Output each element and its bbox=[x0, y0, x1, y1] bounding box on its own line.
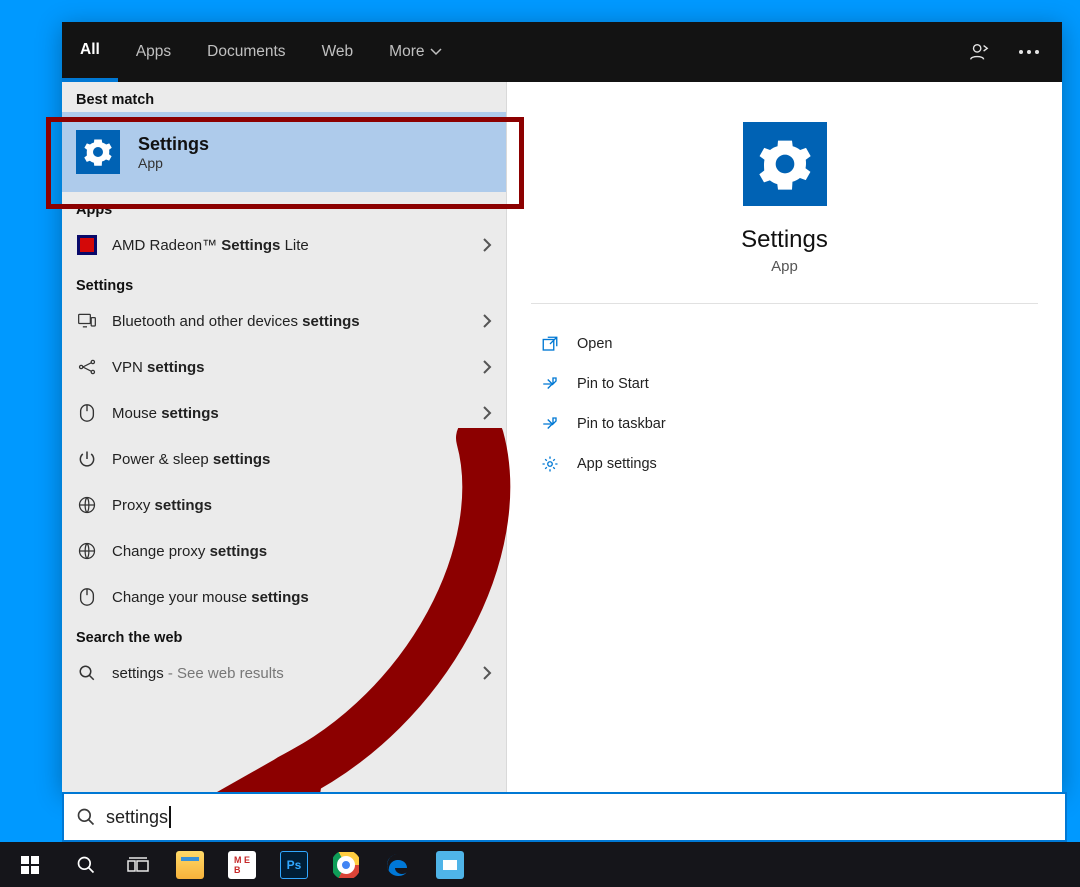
result-vpn-settings[interactable]: VPN settings bbox=[62, 344, 506, 390]
result-web-search[interactable]: settings - See web results bbox=[62, 650, 506, 696]
taskbar-app-3[interactable] bbox=[424, 842, 476, 887]
section-best-match: Best match bbox=[62, 82, 506, 112]
chevron-right-icon bbox=[482, 666, 492, 680]
result-amd-radeon[interactable]: AMD Radeon™ Settings Lite bbox=[62, 222, 506, 268]
tab-all[interactable]: All bbox=[62, 22, 118, 82]
globe-icon bbox=[76, 540, 98, 562]
chrome-icon bbox=[333, 852, 359, 878]
folder-icon bbox=[176, 851, 204, 879]
preview-pane: Settings App Open Pin to Start Pin to ta… bbox=[507, 82, 1062, 792]
start-button[interactable] bbox=[0, 842, 60, 887]
chevron-right-icon bbox=[482, 406, 492, 420]
mouse-icon bbox=[76, 402, 98, 424]
chevron-right-icon bbox=[482, 314, 492, 328]
section-apps: Apps bbox=[62, 192, 506, 222]
divider bbox=[531, 303, 1038, 304]
task-view-icon bbox=[127, 856, 149, 874]
windows-icon bbox=[21, 856, 39, 874]
search-icon bbox=[76, 807, 96, 827]
chevron-down-icon bbox=[430, 46, 442, 58]
app-icon bbox=[436, 851, 464, 879]
globe-icon bbox=[76, 494, 98, 516]
search-icon bbox=[76, 662, 98, 684]
amd-icon bbox=[76, 234, 98, 256]
mouse-icon bbox=[76, 586, 98, 608]
result-subtitle: App bbox=[138, 155, 209, 171]
result-power-settings[interactable]: Power & sleep settings bbox=[62, 436, 506, 482]
app-icon: M EB bbox=[228, 851, 256, 879]
search-input[interactable]: settings bbox=[62, 792, 1067, 842]
result-bluetooth-settings[interactable]: Bluetooth and other devices settings bbox=[62, 298, 506, 344]
photoshop-icon: Ps bbox=[280, 851, 308, 879]
tab-web[interactable]: Web bbox=[304, 22, 372, 82]
gear-icon bbox=[743, 122, 827, 206]
result-change-mouse-settings[interactable]: Change your mouse settings bbox=[62, 574, 506, 620]
devices-icon bbox=[76, 310, 98, 332]
open-icon bbox=[539, 333, 561, 355]
taskbar: M EB Ps bbox=[0, 842, 1080, 887]
search-icon bbox=[76, 855, 96, 875]
preview-subtitle: App bbox=[771, 258, 798, 275]
result-title: Settings bbox=[138, 134, 209, 155]
tab-documents[interactable]: Documents bbox=[189, 22, 303, 82]
section-search-web: Search the web bbox=[62, 620, 506, 650]
action-app-settings[interactable]: App settings bbox=[517, 444, 1052, 484]
chevron-right-icon bbox=[482, 360, 492, 374]
power-icon bbox=[76, 448, 98, 470]
action-pin-taskbar[interactable]: Pin to taskbar bbox=[517, 404, 1052, 444]
result-change-proxy-settings[interactable]: Change proxy settings bbox=[62, 528, 506, 574]
vpn-icon bbox=[76, 356, 98, 378]
taskbar-app-2[interactable]: M EB bbox=[216, 842, 268, 887]
preview-title: Settings bbox=[741, 226, 828, 254]
action-pin-start[interactable]: Pin to Start bbox=[517, 364, 1052, 404]
results-list: Best match Settings App Apps AMD Radeon™… bbox=[62, 82, 507, 792]
action-open[interactable]: Open bbox=[517, 324, 1052, 364]
chevron-right-icon bbox=[482, 238, 492, 252]
search-query: settings bbox=[106, 807, 168, 828]
tab-apps[interactable]: Apps bbox=[118, 22, 189, 82]
result-mouse-settings[interactable]: Mouse settings bbox=[62, 390, 506, 436]
gear-outline-icon bbox=[539, 453, 561, 475]
result-settings-app[interactable]: Settings App bbox=[62, 112, 506, 192]
result-proxy-settings[interactable]: Proxy settings bbox=[62, 482, 506, 528]
task-view-button[interactable] bbox=[112, 842, 164, 887]
search-panel: All Apps Documents Web More Best match S… bbox=[62, 22, 1062, 792]
feedback-icon[interactable] bbox=[968, 41, 990, 63]
edge-icon bbox=[385, 852, 411, 878]
search-filter-tabs: All Apps Documents Web More bbox=[62, 22, 1062, 82]
taskbar-edge[interactable] bbox=[372, 842, 424, 887]
pin-icon bbox=[539, 373, 561, 395]
pin-icon bbox=[539, 413, 561, 435]
section-settings: Settings bbox=[62, 268, 506, 298]
taskbar-chrome[interactable] bbox=[320, 842, 372, 887]
taskbar-search-button[interactable] bbox=[60, 842, 112, 887]
taskbar-file-explorer[interactable] bbox=[164, 842, 216, 887]
chevron-right-icon bbox=[482, 452, 492, 466]
taskbar-photoshop[interactable]: Ps bbox=[268, 842, 320, 887]
more-options-icon[interactable] bbox=[1018, 41, 1040, 63]
tab-more[interactable]: More bbox=[371, 22, 460, 82]
gear-icon bbox=[76, 130, 120, 174]
